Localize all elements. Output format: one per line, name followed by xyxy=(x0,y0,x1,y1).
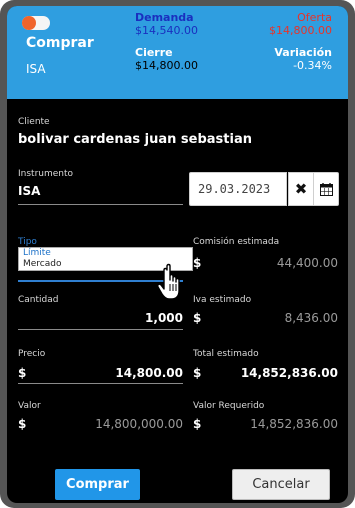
value-currency: $ xyxy=(18,417,27,431)
order-panel: Comprar ISA Demanda $14,540.00 Cierre $1… xyxy=(7,6,348,503)
quantity-underline xyxy=(18,329,183,330)
order-header: Comprar ISA Demanda $14,540.00 Cierre $1… xyxy=(7,6,348,99)
instrument-underline xyxy=(18,204,183,205)
price-currency: $ xyxy=(18,366,27,380)
demand-value: $14,540.00 xyxy=(135,24,198,37)
required-value-amount: 14,852,836.00 xyxy=(250,417,338,431)
demand-label: Demanda xyxy=(135,11,194,24)
total-value: 14,852,836.00 xyxy=(240,366,338,380)
instrument-label: Instrumento xyxy=(18,169,74,179)
value-amount: 14,800,000.00 xyxy=(95,417,183,431)
close-label: Cierre xyxy=(135,46,173,59)
iva-value: 8,436.00 xyxy=(284,311,338,325)
modal-frame: Comprar ISA Demanda $14,540.00 Cierre $1… xyxy=(0,0,355,508)
cancel-button[interactable]: Cancelar xyxy=(232,469,330,500)
price-label: Precio xyxy=(18,349,46,359)
type-option-limit[interactable]: Límite xyxy=(19,248,192,259)
calendar-icon[interactable] xyxy=(313,172,339,206)
required-value-label: Valor Requerido xyxy=(193,401,265,411)
variation-label: Variación xyxy=(274,46,332,59)
total-currency: $ xyxy=(193,366,202,380)
iva-label: Iva estimado xyxy=(193,295,252,305)
symbol-label: ISA xyxy=(26,62,46,76)
close-value: $14,800.00 xyxy=(135,59,198,72)
instrument-input[interactable]: ISA xyxy=(18,184,40,198)
total-label: Total estimado xyxy=(193,349,259,359)
quantity-label: Cantidad xyxy=(18,295,59,305)
commission-currency: $ xyxy=(193,256,202,270)
offer-label: Oferta xyxy=(297,11,332,24)
client-value: bolivar cardenas juan sebastian xyxy=(18,132,252,147)
buy-sell-toggle[interactable] xyxy=(22,16,50,30)
toggle-knob xyxy=(22,16,36,30)
commission-value: 44,400.00 xyxy=(276,256,338,270)
value-label: Valor xyxy=(18,401,41,411)
quantity-input[interactable]: 1,000 xyxy=(145,311,183,325)
iva-currency: $ xyxy=(193,311,202,325)
clear-date-icon[interactable]: ✖ xyxy=(288,172,314,206)
price-underline xyxy=(18,383,183,384)
date-input[interactable]: 29.03.2023 xyxy=(189,172,287,206)
hand-cursor-icon xyxy=(157,263,180,300)
type-label: Tipo xyxy=(18,237,37,247)
variation-value: -0.34% xyxy=(293,59,332,72)
buy-button[interactable]: Comprar xyxy=(55,469,140,500)
commission-label: Comisión estimada xyxy=(193,237,280,247)
required-currency: $ xyxy=(193,417,202,431)
offer-value: $14,800.00 xyxy=(269,24,332,37)
order-mode-label: Comprar xyxy=(26,35,94,51)
client-label: Cliente xyxy=(18,117,50,127)
price-input[interactable]: 14,800.00 xyxy=(115,366,183,380)
